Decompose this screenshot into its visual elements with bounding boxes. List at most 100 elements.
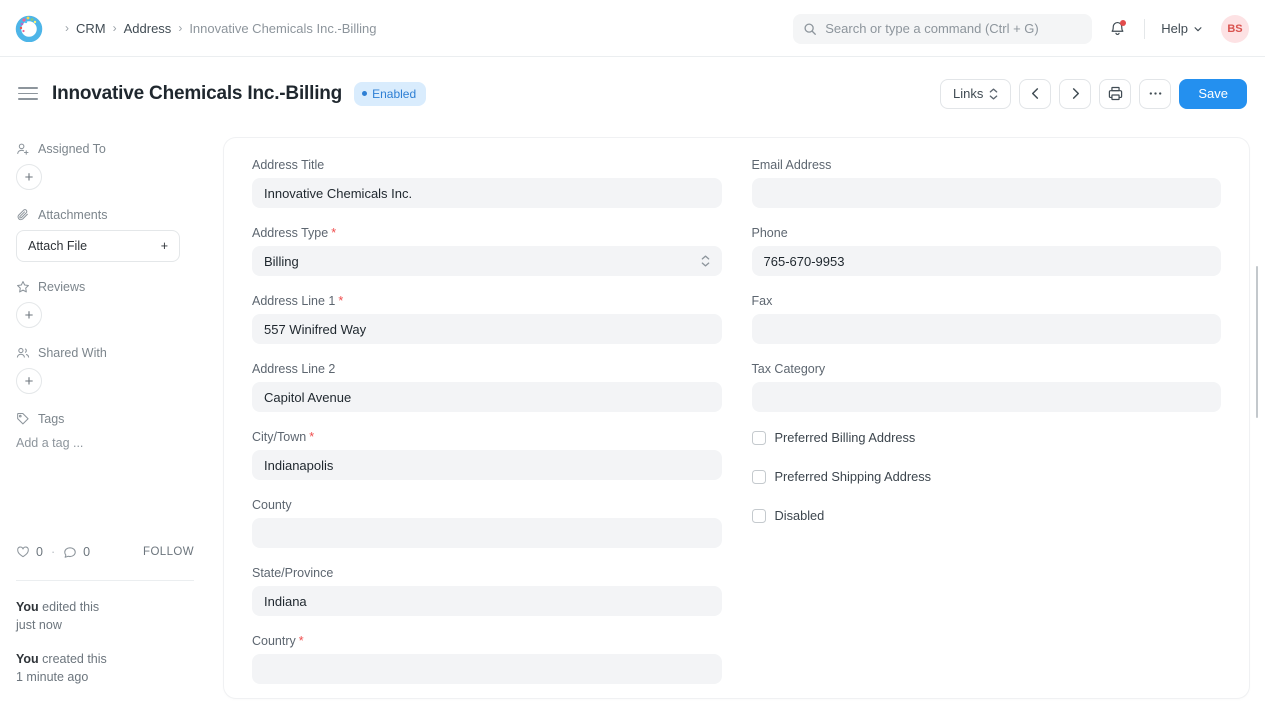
sidebar-section-shared-with: Shared With + (16, 346, 194, 394)
chevron-updown-icon (701, 255, 710, 267)
county-input[interactable] (252, 518, 722, 548)
checkbox-group: Preferred Billing Address Preferred Ship… (751, 430, 1222, 523)
checkbox-disabled[interactable]: Disabled (751, 508, 1222, 523)
star-icon (16, 280, 30, 294)
attachments-header: Attachments (16, 208, 194, 222)
shared-with-header: Shared With (16, 346, 194, 360)
add-tag-input[interactable]: Add a tag ... (16, 434, 194, 452)
field-address-type: Address Type * Billing (252, 226, 722, 276)
next-document-button[interactable] (1059, 78, 1092, 109)
breadcrumb-item-address[interactable]: Address (124, 21, 172, 36)
previous-document-button[interactable] (1019, 78, 1052, 109)
help-menu[interactable]: Help (1155, 17, 1209, 40)
field-tax-category: Tax Category (751, 362, 1221, 412)
address-type-select[interactable]: Billing (252, 246, 722, 276)
add-share-button[interactable]: + (16, 368, 42, 394)
address-type-value: Billing (264, 253, 299, 269)
field-label: Phone (752, 226, 1222, 240)
breadcrumb-separator: › (178, 21, 183, 35)
breadcrumb-item-current: Innovative Chemicals Inc.-Billing (189, 20, 377, 36)
users-icon (16, 346, 30, 360)
timeline-time: 1 minute ago (16, 670, 89, 684)
checkbox-preferred-shipping-address[interactable]: Preferred Shipping Address (751, 469, 1222, 484)
fax-input[interactable] (751, 314, 1221, 344)
save-button[interactable]: Save (1179, 78, 1247, 109)
address-line-1-input[interactable]: 557 Winifred Way (252, 314, 722, 344)
more-options-button[interactable] (1139, 78, 1172, 109)
user-plus-icon (16, 142, 30, 156)
chevron-down-icon (1193, 24, 1203, 34)
field-county: County (252, 498, 722, 548)
field-label: Fax (752, 294, 1222, 308)
timeline-entry: You edited this just now (16, 598, 206, 634)
attach-file-button[interactable]: Attach File + (16, 230, 180, 262)
printer-icon (1108, 86, 1123, 101)
label-text: State/Province (252, 566, 334, 580)
country-input[interactable] (252, 654, 722, 684)
field-country: Country * (252, 634, 722, 684)
tax-category-input[interactable] (751, 382, 1221, 412)
notifications-button[interactable] (1100, 14, 1134, 44)
avatar[interactable]: BS (1221, 14, 1249, 43)
top-navbar: › CRM › Address › Innovative Chemicals I… (0, 0, 1265, 57)
breadcrumb-item-crm[interactable]: CRM (76, 21, 106, 36)
assigned-to-header: Assigned To (16, 142, 194, 156)
assigned-to-label: Assigned To (38, 142, 106, 156)
checkbox-box[interactable] (751, 430, 766, 445)
phone-input[interactable]: 765-670-9953 (751, 246, 1221, 276)
checkbox-label: Preferred Billing Address (774, 430, 916, 445)
label-text: Email Address (751, 158, 832, 172)
frappe-logo[interactable] (14, 13, 44, 43)
add-assignment-button[interactable]: + (16, 164, 42, 190)
label-text: Country (252, 634, 296, 648)
checkbox-preferred-billing-address[interactable]: Preferred Billing Address (751, 430, 1222, 445)
comment-icon (63, 545, 77, 559)
follow-button[interactable]: FOLLOW (143, 546, 194, 558)
field-label: Address Type * (252, 226, 722, 240)
comment-count: 0 (83, 545, 91, 559)
sidebar-section-assigned-to: Assigned To + (16, 142, 194, 190)
label-text: Address Type (252, 226, 329, 240)
email-address-input[interactable] (751, 178, 1221, 208)
search-input[interactable]: Search or type a command (Ctrl + G) (793, 13, 1093, 44)
label-text: Fax (751, 294, 773, 308)
field-email-address: Email Address (751, 158, 1221, 208)
sidebar-stats: 0 · 0 FOLLOW (16, 545, 194, 559)
checkbox-label: Preferred Shipping Address (774, 469, 932, 484)
label-text: Address Line 2 (252, 362, 336, 376)
timeline-actor: You (16, 652, 39, 666)
heart-icon (16, 545, 30, 559)
page-scrollbar[interactable] (1255, 130, 1262, 688)
field-label: Address Title (252, 158, 722, 172)
chevron-left-icon (1029, 87, 1042, 100)
address-title-input[interactable]: Innovative Chemicals Inc. (252, 178, 722, 208)
tags-label: Tags (38, 412, 65, 426)
hamburger-icon[interactable] (18, 86, 38, 101)
field-label: County (252, 498, 722, 512)
timeline-actor: You (16, 600, 39, 614)
state-province-input[interactable]: Indiana (252, 586, 722, 616)
sidebar-section-reviews: Reviews + (16, 280, 194, 328)
links-dropdown-button[interactable]: Links (940, 78, 1012, 109)
required-asterisk: * (309, 430, 315, 444)
page-body: Assigned To + Attachments Attach File + (0, 130, 1265, 698)
checkbox-box[interactable] (751, 469, 766, 484)
header-actions: Links Save (940, 78, 1247, 109)
field-phone: Phone 765-670-9953 (751, 226, 1222, 276)
attachments-label: Attachments (38, 208, 108, 222)
checkbox-box[interactable] (751, 508, 766, 523)
address-line-2-input[interactable]: Capitol Avenue (252, 382, 722, 412)
field-label: State/Province (252, 566, 722, 580)
breadcrumb-separator: › (112, 21, 117, 35)
checkbox-label: Disabled (774, 508, 825, 523)
city-town-input[interactable]: Indianapolis (252, 450, 722, 480)
comment-stat[interactable]: 0 (63, 545, 90, 559)
required-asterisk: * (338, 294, 344, 308)
scrollbar-thumb[interactable] (1255, 266, 1258, 418)
links-label: Links (953, 86, 984, 101)
like-stat[interactable]: 0 (16, 545, 43, 559)
print-button[interactable] (1099, 78, 1132, 109)
add-review-button[interactable]: + (16, 302, 42, 328)
label-text: City/Town (252, 430, 307, 444)
search-icon (803, 22, 817, 36)
